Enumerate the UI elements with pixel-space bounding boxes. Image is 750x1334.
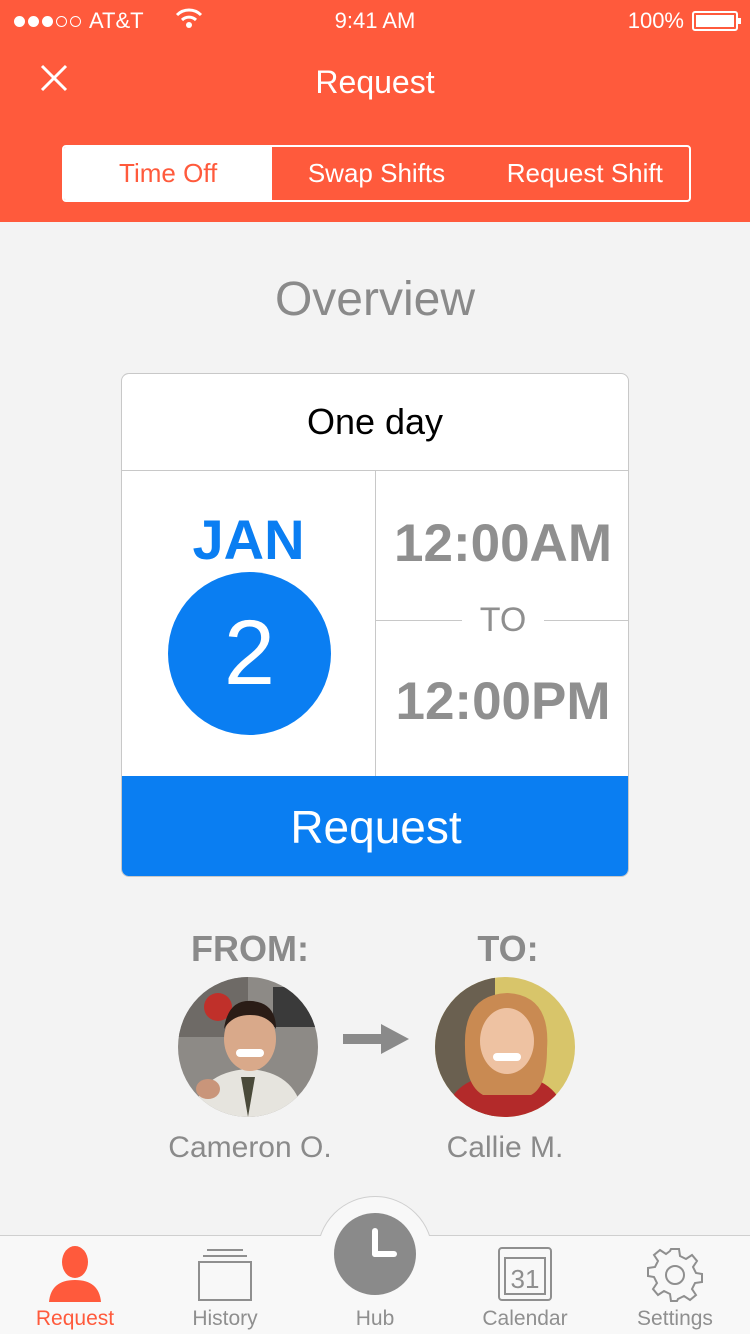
battery-icon <box>692 11 741 31</box>
overview-heading: Overview <box>274 273 476 326</box>
status-bar: AT&T 9:41 AM 100% <box>0 0 750 40</box>
from-avatar[interactable] <box>178 977 318 1117</box>
to-name: Callie M. <box>446 1131 564 1164</box>
segment-request-shift[interactable]: Request Shift <box>481 147 689 200</box>
date-month: JAN <box>192 508 305 571</box>
date-time-panel: JAN 2 12:00AM TO 12:00PM <box>122 471 628 776</box>
to-label: TO <box>479 601 527 639</box>
tab-history[interactable]: History <box>150 1235 300 1334</box>
duration-label: One day <box>306 401 444 442</box>
person-icon <box>0 1243 150 1305</box>
to-person-label: TO: <box>477 928 539 969</box>
segment-swap-shifts[interactable]: Swap Shifts <box>272 147 480 200</box>
to-avatar[interactable] <box>435 977 575 1117</box>
from-label: FROM: <box>191 928 309 969</box>
page-title: Request <box>315 64 435 100</box>
date-day-picker[interactable]: 2 <box>168 572 331 735</box>
header-bar: AT&T 9:41 AM 100% Request Time Off Swap … <box>0 0 750 222</box>
date-day: 2 <box>223 602 276 704</box>
battery-status: 100% <box>627 8 741 34</box>
gear-icon <box>600 1243 750 1305</box>
request-button[interactable]: Request <box>122 776 628 876</box>
clock-icon <box>334 1213 416 1295</box>
tab-request-label: Request <box>35 1307 115 1330</box>
tab-hub-label: Hub <box>355 1307 395 1330</box>
duration-selector[interactable]: One day <box>122 374 628 471</box>
tab-history-label: History <box>192 1307 258 1330</box>
start-time[interactable]: 12:00AM <box>376 513 628 574</box>
tab-request[interactable]: Request <box>0 1235 150 1334</box>
calendar-icon-day: 31 <box>511 1264 540 1294</box>
tab-hub[interactable]: Hub <box>300 1213 450 1334</box>
history-icon <box>150 1243 300 1305</box>
request-type-segmented-control: Time Off Swap Shifts Request Shift <box>62 145 691 202</box>
segment-time-off[interactable]: Time Off <box>64 147 273 200</box>
from-name: Cameron O. <box>168 1131 332 1164</box>
tab-settings[interactable]: Settings <box>600 1235 750 1334</box>
arrow-right-icon <box>343 1024 409 1059</box>
request-summary-card: One day JAN 2 12:00AM TO 12:00PM Request <box>121 373 629 877</box>
tab-settings-label: Settings <box>637 1307 713 1330</box>
calendar-icon: 31 <box>450 1243 600 1305</box>
tab-calendar[interactable]: 31 Calendar <box>450 1235 600 1334</box>
end-time[interactable]: 12:00PM <box>376 671 628 732</box>
tab-calendar-label: Calendar <box>482 1307 568 1330</box>
battery-percent: 100% <box>627 8 684 33</box>
